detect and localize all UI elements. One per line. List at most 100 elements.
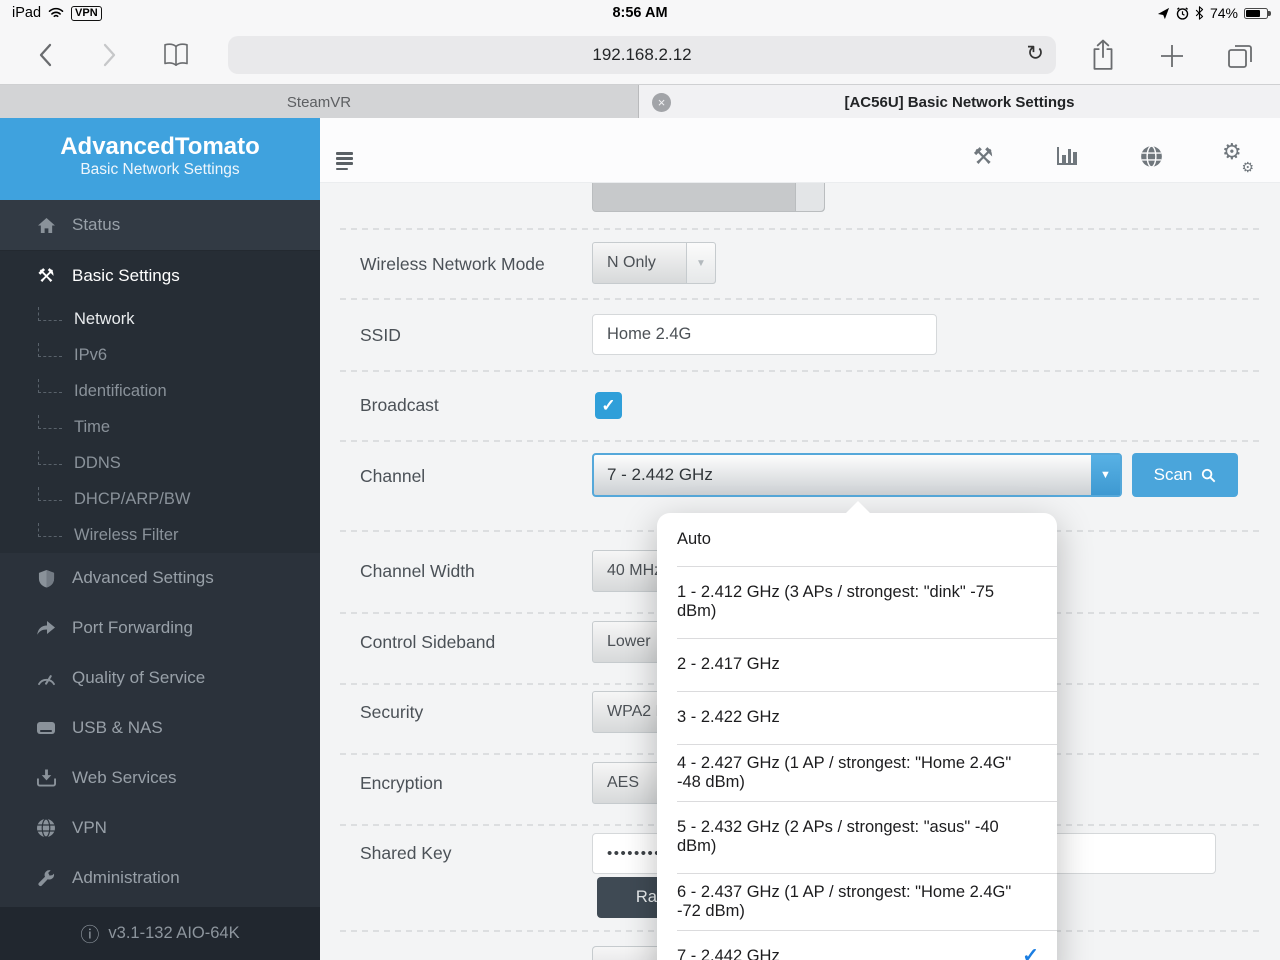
forward-arrow-icon	[34, 620, 58, 636]
tree-branch-icon	[38, 307, 62, 321]
topbar-icons: ⚒ ⚙ ⚙	[970, 139, 1254, 175]
dropdown-option-5[interactable]: 5 - 2.432 GHz (2 APs / strongest: "asus"…	[657, 801, 1057, 873]
battery-icon	[1244, 7, 1271, 19]
broadcast-checkbox[interactable]: ✓	[595, 392, 622, 419]
field-label: Security	[360, 702, 424, 722]
sidebar: AdvancedTomato Basic Network Settings St…	[0, 118, 320, 960]
sidebar-item-label: Web Services	[72, 768, 177, 787]
download-icon	[34, 769, 58, 787]
sidebar-version-footer[interactable]: ⓘ v3.1-132 AIO-64K	[0, 907, 320, 960]
url-field[interactable]: 192.168.2.12 ↻	[228, 36, 1056, 74]
select-value: 40 MHz	[607, 562, 663, 579]
subitem-label: Network	[74, 309, 135, 328]
option-label: 7 - 2.442 GHz	[677, 947, 780, 960]
dropdown-option-2[interactable]: 2 - 2.417 GHz	[657, 638, 1057, 691]
dropdown-option-3[interactable]: 3 - 2.422 GHz	[657, 691, 1057, 744]
ssid-input[interactable]: Home 2.4G	[592, 314, 937, 355]
subitem-label: Time	[74, 417, 111, 436]
location-icon	[1157, 7, 1170, 20]
dropdown-option-auto[interactable]: Auto	[657, 513, 1057, 566]
tools-icon[interactable]: ⚒	[970, 143, 996, 169]
sidebar-item-label: Status	[72, 215, 121, 234]
checkmark-icon: ✓	[1022, 945, 1039, 960]
sidebar-subitem-network[interactable]: Network	[0, 301, 320, 337]
sidebar-item-usb-nas[interactable]: USB & NAS	[0, 703, 320, 753]
wireless-network-mode-select[interactable]: N Only ▼	[592, 242, 716, 284]
sidebar-item-basic-settings[interactable]: ⚒ Basic Settings	[0, 251, 320, 301]
tree-branch-icon	[38, 343, 62, 357]
row-divider	[340, 228, 1262, 230]
new-tab-button[interactable]	[1158, 42, 1186, 70]
field-label: SSID	[360, 325, 401, 345]
menu-toggle-icon[interactable]	[336, 152, 353, 171]
page-title: Basic Network Settings	[80, 161, 240, 178]
tab-label: SteamVR	[286, 93, 352, 111]
clipped-select[interactable]	[592, 183, 825, 212]
sidebar-item-label: Quality of Service	[72, 668, 206, 687]
select-value: 7 - 2.442 GHz	[607, 465, 713, 484]
field-label: Encryption	[360, 773, 443, 793]
select-value: Lower	[607, 633, 651, 650]
channel-dropdown-popup: Auto 1 - 2.412 GHz (3 APs / strongest: "…	[657, 501, 1057, 960]
scan-button[interactable]: Scan	[1132, 453, 1238, 497]
sidebar-item-qos[interactable]: Quality of Service	[0, 653, 320, 703]
bandwidth-chart-icon[interactable]	[1054, 143, 1080, 169]
sidebar-subitem-ddns[interactable]: DDNS	[0, 445, 320, 481]
magnifier-icon	[1201, 468, 1216, 483]
row-divider	[340, 298, 1262, 300]
select-value: N Only	[607, 254, 656, 271]
tools-icon: ⚒	[37, 265, 55, 287]
reload-icon[interactable]: ↻	[1026, 41, 1044, 66]
sidebar-item-web-services[interactable]: Web Services	[0, 753, 320, 803]
subitem-label: IPv6	[74, 345, 108, 364]
button-label: Scan	[1153, 465, 1193, 484]
sidebar-subitem-wireless-filter[interactable]: Wireless Filter	[0, 517, 320, 553]
dropdown-option-7-selected[interactable]: 7 - 2.442 GHz ✓	[657, 930, 1057, 960]
sidebar-subitem-dhcp[interactable]: DHCP/ARP/BW	[0, 481, 320, 517]
sidebar-item-advanced-settings[interactable]: Advanced Settings	[0, 553, 320, 603]
forward-button[interactable]	[103, 43, 117, 67]
sidebar-item-port-forwarding[interactable]: Port Forwarding	[0, 603, 320, 653]
sidebar-item-label: VPN	[72, 818, 107, 837]
sidebar-item-administration[interactable]: Administration	[0, 853, 320, 903]
screen: iPad VPN 8:56 AM 74% 192.168.2.12 ↻ Stea…	[0, 0, 1280, 960]
dropdown-option-6[interactable]: 6 - 2.437 GHz (1 AP / strongest: "Home 2…	[657, 873, 1057, 930]
tabs-button[interactable]	[1226, 42, 1254, 70]
sidebar-subitem-time[interactable]: Time	[0, 409, 320, 445]
channel-select[interactable]: 7 - 2.442 GHz ▼	[592, 453, 1122, 497]
version-label: v3.1-132 AIO-64K	[108, 924, 240, 942]
tab-bar: SteamVR × [AC56U] Basic Network Settings	[0, 84, 1280, 119]
brand-title: AdvancedTomato	[60, 133, 260, 160]
status-right: 74%	[1157, 5, 1271, 21]
tree-branch-icon	[38, 451, 62, 465]
tab-steamvr[interactable]: SteamVR	[0, 85, 639, 119]
battery-percent: 74%	[1209, 5, 1238, 21]
checkmark-icon: ✓	[601, 395, 616, 415]
sidebar-subitem-identification[interactable]: Identification	[0, 373, 320, 409]
sidebar-item-vpn[interactable]: VPN	[0, 803, 320, 853]
select-value: AES	[607, 774, 640, 791]
dropdown-option-4[interactable]: 4 - 2.427 GHz (1 AP / strongest: "Home 2…	[657, 744, 1057, 801]
sidebar-subitem-ipv6[interactable]: IPv6	[0, 337, 320, 373]
dropdown-option-1[interactable]: 1 - 2.412 GHz (3 APs / strongest: "dink"…	[657, 566, 1057, 638]
safari-toolbar: 192.168.2.12 ↻	[0, 26, 1280, 84]
tab-close-icon[interactable]: ×	[652, 92, 671, 112]
bookmarks-button[interactable]	[161, 42, 191, 69]
home-icon	[34, 217, 58, 234]
sidebar-item-status[interactable]: Status	[0, 200, 320, 251]
alarm-icon	[1176, 6, 1189, 20]
content-topbar: ⚒ ⚙ ⚙	[320, 118, 1280, 183]
share-button[interactable]	[1090, 39, 1116, 71]
tab-network-settings[interactable]: × [AC56U] Basic Network Settings	[639, 85, 1280, 119]
settings-gears-icon[interactable]: ⚙ ⚙	[1222, 139, 1254, 175]
globe-icon[interactable]	[1138, 143, 1164, 169]
url-text: 192.168.2.12	[592, 45, 692, 64]
chevron-down-icon	[795, 183, 824, 211]
gauge-icon	[34, 671, 58, 686]
sidebar-item-label: Advanced Settings	[72, 568, 214, 587]
sidebar-item-label: Administration	[72, 868, 180, 887]
sidebar-item-label: Port Forwarding	[72, 618, 193, 637]
back-button[interactable]	[38, 43, 52, 67]
subitem-label: Wireless Filter	[74, 525, 179, 544]
basic-settings-group: ⚒ Basic Settings Network IPv6 Identifica…	[0, 251, 320, 553]
